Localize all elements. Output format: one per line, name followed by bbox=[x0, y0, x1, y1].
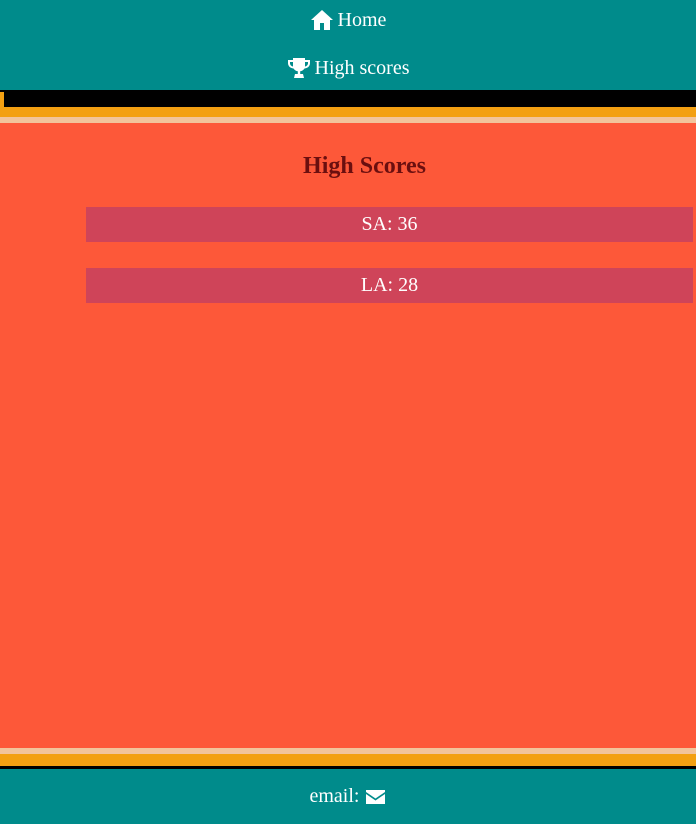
divider-orange-bottom bbox=[0, 754, 696, 766]
score-text: LA: 28 bbox=[360, 274, 419, 296]
divider-orange-notch bbox=[0, 92, 4, 107]
score-text: SA: 36 bbox=[361, 213, 418, 235]
home-icon bbox=[310, 8, 334, 32]
top-nav: Home High scores bbox=[0, 0, 696, 90]
trophy-icon bbox=[287, 56, 311, 80]
nav-item-home[interactable]: Home bbox=[0, 0, 696, 40]
footer: email: bbox=[0, 769, 696, 824]
divider-black-top bbox=[0, 90, 696, 107]
nav-item-home-label: Home bbox=[337, 8, 387, 31]
nav-item-high-scores[interactable]: High scores bbox=[0, 48, 696, 88]
page-title: High Scores bbox=[303, 153, 426, 179]
nav-item-high-scores-label: High scores bbox=[314, 56, 410, 79]
envelope-icon bbox=[365, 789, 386, 805]
email-label: email: bbox=[309, 785, 360, 807]
score-row: SA: 36 bbox=[86, 207, 693, 242]
score-row: LA: 28 bbox=[86, 268, 693, 303]
email-link[interactable] bbox=[364, 788, 386, 806]
high-scores-panel: High Scores SA: 36 LA: 28 bbox=[0, 123, 696, 748]
page: Home High scores High Scores SA: 36 LA: … bbox=[0, 0, 696, 824]
divider-orange-top bbox=[0, 107, 696, 117]
